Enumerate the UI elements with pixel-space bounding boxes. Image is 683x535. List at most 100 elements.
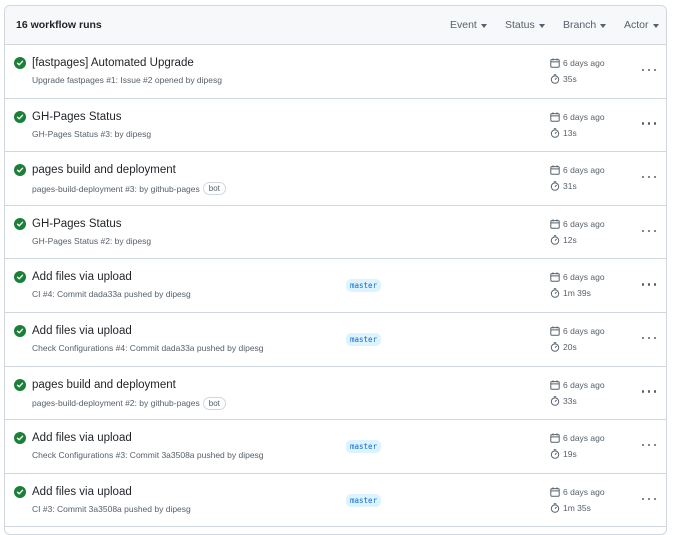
run-title[interactable]: Add files via upload bbox=[32, 271, 132, 283]
run-title[interactable]: Add files via upload bbox=[32, 325, 132, 337]
workflow-run-row[interactable]: Add files via upload Check Configuration… bbox=[5, 313, 666, 367]
check-circle-fill-icon bbox=[14, 432, 26, 445]
workflow-run-row[interactable]: GH-Pages Status GH-Pages Status #2: by d… bbox=[5, 206, 666, 260]
run-date: 6 days ago bbox=[550, 272, 605, 282]
run-subtitle-text: Check Configurations #3: Commit 3a3508a … bbox=[32, 450, 264, 461]
run-duration-text: 20s bbox=[563, 341, 577, 352]
run-duration-text: 31s bbox=[563, 181, 577, 192]
workflow-runs-header: 16 workflow runs Event Status Branch Act… bbox=[5, 6, 666, 45]
bot-badge: bot bbox=[202, 396, 226, 410]
calendar-icon bbox=[550, 165, 560, 175]
branch-filter-label: Branch bbox=[563, 19, 597, 31]
event-filter-button[interactable]: Event bbox=[450, 19, 487, 31]
kebab-horizontal-icon[interactable] bbox=[642, 442, 656, 448]
status-filter-button[interactable]: Status bbox=[505, 19, 545, 31]
run-subtitle-text: pages-build-deployment #3: by github-pag… bbox=[32, 183, 200, 194]
event-filter-label: Event bbox=[450, 19, 477, 31]
calendar-icon bbox=[550, 487, 560, 497]
actor-filter-button[interactable]: Actor bbox=[624, 19, 659, 31]
run-duration-text: 12s bbox=[563, 234, 577, 245]
run-duration: 19s bbox=[550, 449, 577, 459]
run-title[interactable]: [fastpages] Automated Upgrade bbox=[32, 57, 194, 69]
kebab-horizontal-icon[interactable] bbox=[642, 281, 656, 287]
run-duration-text: 19s bbox=[563, 449, 577, 460]
run-title[interactable]: pages build and deployment bbox=[32, 164, 176, 176]
workflow-run-row[interactable]: [fastpages] Automated Upgrade Upgrade fa… bbox=[5, 45, 666, 99]
run-subtitle: GH-Pages Status #3: by dipesg bbox=[32, 129, 151, 139]
run-title[interactable]: GH-Pages Status bbox=[32, 218, 121, 230]
check-circle-fill-icon bbox=[14, 164, 26, 177]
kebab-horizontal-icon[interactable] bbox=[642, 228, 656, 234]
branch-label[interactable]: master bbox=[346, 440, 382, 454]
stopwatch-icon bbox=[550, 342, 560, 352]
run-date: 6 days ago bbox=[550, 380, 605, 390]
workflow-run-row[interactable]: Add files via upload Check Configuration… bbox=[5, 420, 666, 474]
check-circle-fill-icon bbox=[14, 271, 26, 284]
kebab-horizontal-icon[interactable] bbox=[642, 335, 656, 341]
run-duration: 13s bbox=[550, 128, 577, 138]
check-circle-fill-icon bbox=[14, 57, 26, 69]
kebab-horizontal-icon[interactable] bbox=[642, 174, 656, 180]
run-duration-text: 1m 35s bbox=[563, 502, 591, 513]
branch-label[interactable]: master bbox=[346, 332, 382, 346]
check-circle-fill-icon bbox=[14, 324, 26, 337]
workflow-run-row[interactable]: Add files via upload CI #3: Commit 3a350… bbox=[5, 474, 666, 528]
workflow-run-row[interactable]: pages build and deployment pages-build-d… bbox=[5, 152, 666, 206]
stopwatch-icon bbox=[550, 234, 560, 245]
run-date-text: 6 days ago bbox=[563, 111, 605, 122]
run-duration: 12s bbox=[550, 235, 577, 245]
run-title[interactable]: Add files via upload bbox=[32, 486, 132, 498]
check-circle-fill-icon bbox=[14, 110, 26, 123]
stopwatch-icon bbox=[550, 288, 560, 299]
run-date-text: 6 days ago bbox=[563, 165, 605, 176]
kebab-horizontal-icon[interactable] bbox=[642, 121, 656, 127]
calendar-icon bbox=[550, 111, 560, 122]
bot-badge: bot bbox=[202, 182, 226, 196]
run-date-text: 6 days ago bbox=[563, 433, 605, 444]
triangle-down-icon bbox=[652, 23, 659, 28]
run-date: 6 days ago bbox=[550, 219, 605, 229]
run-subtitle: CI #3: Commit 3a3508a pushed by dipesg bbox=[32, 504, 191, 514]
branch-filter-button[interactable]: Branch bbox=[563, 19, 607, 31]
run-duration: 1m 39s bbox=[550, 288, 591, 298]
run-duration: 20s bbox=[550, 342, 577, 352]
run-subtitle-text: CI #3: Commit 3a3508a pushed by dipesg bbox=[32, 503, 191, 514]
run-date-text: 6 days ago bbox=[563, 272, 605, 283]
run-subtitle: GH-Pages Status #2: by dipesg bbox=[32, 236, 151, 246]
check-circle-fill-icon bbox=[14, 378, 26, 391]
branch-label[interactable]: master bbox=[346, 493, 382, 507]
kebab-horizontal-icon[interactable] bbox=[642, 389, 656, 395]
run-date-text: 6 days ago bbox=[563, 218, 605, 229]
branch-label[interactable]: master bbox=[346, 279, 382, 293]
actor-filter-label: Actor bbox=[624, 19, 649, 31]
run-title[interactable]: pages build and deployment bbox=[32, 379, 176, 391]
workflow-runs-count: 16 workflow runs bbox=[16, 19, 102, 31]
run-duration-text: 1m 39s bbox=[563, 288, 591, 299]
stopwatch-icon bbox=[550, 74, 560, 84]
run-subtitle-text: Check Configurations #4: Commit dada33a … bbox=[32, 342, 264, 353]
triangle-down-icon bbox=[480, 23, 487, 28]
run-subtitle: CI #4: Commit dada33a pushed by dipesg bbox=[32, 289, 191, 299]
run-title[interactable]: Add files via upload bbox=[32, 432, 132, 444]
workflow-run-row[interactable]: Add files via upload CI #4: Commit dada3… bbox=[5, 259, 666, 313]
workflow-run-row[interactable]: pages build and deployment pages-build-d… bbox=[5, 367, 666, 421]
run-duration: 35s bbox=[550, 74, 577, 84]
run-subtitle: pages-build-deployment #2: by github-pag… bbox=[32, 396, 226, 410]
kebab-horizontal-icon[interactable] bbox=[642, 496, 656, 502]
run-duration-text: 33s bbox=[563, 395, 577, 406]
run-date: 6 days ago bbox=[550, 326, 605, 336]
workflow-run-row[interactable]: GH-Pages Status GH-Pages Status #3: by d… bbox=[5, 99, 666, 153]
run-title[interactable]: GH-Pages Status bbox=[32, 111, 121, 123]
run-date-text: 6 days ago bbox=[563, 325, 605, 336]
kebab-horizontal-icon[interactable] bbox=[642, 67, 656, 73]
workflow-runs-list: [fastpages] Automated Upgrade Upgrade fa… bbox=[5, 45, 666, 528]
run-date-text: 6 days ago bbox=[563, 58, 605, 68]
run-duration: 1m 35s bbox=[550, 503, 591, 513]
run-duration-text: 13s bbox=[563, 127, 577, 138]
calendar-icon bbox=[550, 58, 560, 68]
run-duration: 31s bbox=[550, 181, 577, 191]
stopwatch-icon bbox=[550, 449, 560, 459]
check-circle-fill-icon bbox=[14, 217, 26, 230]
run-subtitle: Check Configurations #4: Commit dada33a … bbox=[32, 343, 264, 353]
calendar-icon bbox=[550, 326, 560, 336]
